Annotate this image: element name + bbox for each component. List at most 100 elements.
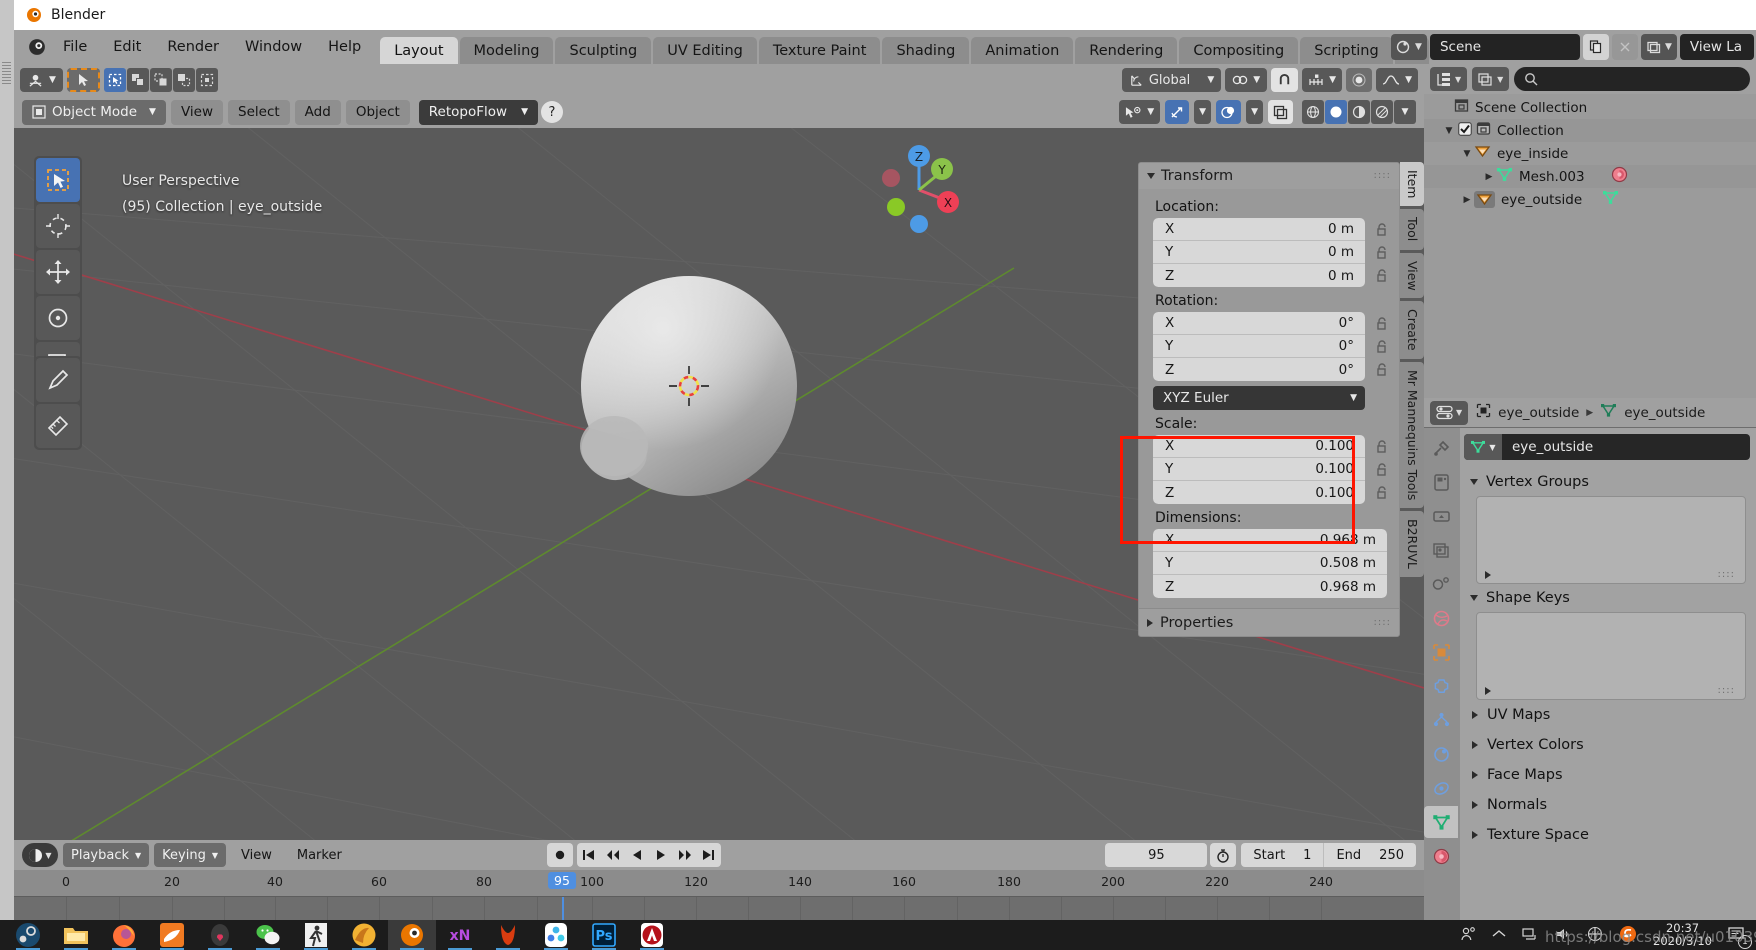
menu-window[interactable]: Window bbox=[232, 32, 315, 62]
snap-magnet-toggle[interactable] bbox=[1271, 68, 1299, 92]
tool-measure[interactable] bbox=[36, 404, 80, 448]
timeline-playhead[interactable] bbox=[562, 897, 564, 920]
workspace-tab-texture-paint[interactable]: Texture Paint bbox=[758, 37, 881, 64]
rotation-y-lock-icon[interactable] bbox=[1371, 339, 1393, 354]
navigation-gizmo[interactable]: Z Y X bbox=[869, 138, 969, 238]
location-z-field[interactable]: Z 0 m bbox=[1153, 264, 1365, 287]
eye-outside-disclosure-icon[interactable]: ▶ bbox=[1460, 195, 1474, 205]
collection-disclosure-icon[interactable]: ▼ bbox=[1442, 126, 1456, 136]
timeline-menu-marker[interactable]: Marker bbox=[287, 848, 352, 863]
auto-keying-toggle[interactable] bbox=[546, 843, 573, 867]
krita-icon[interactable] bbox=[340, 920, 388, 950]
editor-type-button[interactable]: ▼ bbox=[20, 68, 63, 92]
scene-name-field[interactable]: Scene bbox=[1429, 34, 1580, 60]
scene-browse-icon[interactable]: ▼ bbox=[1391, 34, 1427, 60]
menu-file[interactable]: File bbox=[50, 32, 100, 62]
material-icon[interactable] bbox=[1611, 166, 1628, 187]
location-y-lock-icon[interactable] bbox=[1371, 245, 1393, 260]
object-mode-dropdown[interactable]: Object Mode ▼ bbox=[22, 99, 166, 125]
timeline-ruler[interactable]: 0 20 40 60 80 100 120 140 160 180 200 22… bbox=[14, 870, 1424, 896]
sidebar-tab-item[interactable]: Item bbox=[1400, 162, 1424, 207]
steam-icon[interactable] bbox=[4, 920, 52, 950]
rotation-mode-dropdown[interactable]: XYZ Euler ▼ bbox=[1153, 386, 1365, 410]
xn-icon[interactable]: xN bbox=[436, 920, 484, 950]
rotation-x-lock-icon[interactable] bbox=[1371, 316, 1393, 331]
scale-x-field[interactable]: X 0.100 bbox=[1153, 435, 1365, 458]
new-scene-button[interactable] bbox=[1582, 34, 1609, 60]
retopoflow-help-icon[interactable]: ? bbox=[540, 101, 563, 123]
current-frame-field[interactable]: 95 bbox=[1105, 843, 1208, 867]
rendered-shading-icon[interactable] bbox=[1371, 100, 1393, 124]
shape-keys-resize-handle-icon[interactable]: :::: bbox=[1718, 686, 1735, 696]
proportional-falloff-button[interactable]: ▼ bbox=[1376, 68, 1418, 92]
scale-x-lock-icon[interactable] bbox=[1371, 439, 1393, 454]
wireframe-shading-icon[interactable] bbox=[1302, 100, 1324, 124]
app-u-icon[interactable] bbox=[484, 920, 532, 950]
outliner-display-mode-button[interactable]: ▼ bbox=[1472, 67, 1510, 91]
snap-pivot-button[interactable]: ▼ bbox=[1225, 68, 1268, 92]
view-layer-browse-icon[interactable]: ▼ bbox=[1640, 34, 1677, 60]
rotation-z-lock-icon[interactable] bbox=[1371, 362, 1393, 377]
breadcrumb-object-name[interactable]: eye_outside bbox=[1498, 405, 1579, 421]
section-header-vertex-colors[interactable]: Vertex Colors bbox=[1460, 730, 1756, 760]
vertex-groups-collapse-icon[interactable] bbox=[1470, 479, 1478, 485]
app-circles-icon[interactable] bbox=[532, 920, 580, 950]
select-difference-icon[interactable] bbox=[172, 68, 195, 92]
sidebar-tab-tool[interactable]: Tool bbox=[1400, 209, 1424, 250]
previous-keyframe-button[interactable] bbox=[601, 843, 625, 867]
panel-expand-icon[interactable] bbox=[1147, 618, 1153, 627]
properties-tab-render[interactable] bbox=[1424, 466, 1458, 498]
play-button[interactable] bbox=[649, 843, 673, 867]
select-box-icon[interactable] bbox=[103, 68, 126, 92]
shading-options-button[interactable]: ▼ bbox=[1394, 100, 1416, 124]
sidebar-tab-b2ruvl[interactable]: B2RUVL bbox=[1400, 511, 1424, 578]
timeline-editor-type-button[interactable]: ▼ bbox=[22, 843, 58, 867]
tool-select-box[interactable] bbox=[36, 158, 80, 202]
select-intersect-icon[interactable] bbox=[195, 68, 218, 92]
app-icon[interactable] bbox=[196, 920, 244, 950]
resize-grip-icon[interactable] bbox=[2, 62, 11, 84]
snap-target-button[interactable]: ▼ bbox=[1302, 68, 1343, 92]
sidebar-tab-create[interactable]: Create bbox=[1400, 301, 1424, 359]
properties-subpanel-header[interactable]: Properties :::: bbox=[1139, 608, 1399, 636]
collection-checkbox[interactable] bbox=[1458, 121, 1472, 140]
workspace-tab-layout[interactable]: Layout bbox=[380, 37, 458, 64]
solid-shading-icon[interactable] bbox=[1325, 100, 1347, 124]
vertex-groups-list[interactable]: :::: bbox=[1476, 496, 1746, 584]
menu-help[interactable]: Help bbox=[315, 32, 374, 62]
tool-move[interactable] bbox=[36, 250, 80, 294]
people-icon[interactable] bbox=[1460, 926, 1476, 945]
use-preview-range-icon[interactable] bbox=[1210, 843, 1237, 867]
material-preview-shading-icon[interactable] bbox=[1348, 100, 1370, 124]
scale-y-field[interactable]: Y 0.100 bbox=[1153, 458, 1365, 481]
workspace-tab-scripting[interactable]: Scripting bbox=[1300, 37, 1393, 64]
section-header-face-maps[interactable]: Face Maps bbox=[1460, 760, 1756, 790]
dimensions-z-field[interactable]: Z 0.968 m bbox=[1153, 575, 1387, 598]
proportional-edit-toggle[interactable] bbox=[1346, 68, 1373, 92]
select-extend-icon[interactable] bbox=[126, 68, 149, 92]
vertex-groups-resize-handle-icon[interactable]: :::: bbox=[1718, 570, 1735, 580]
properties-tab-material[interactable] bbox=[1424, 840, 1458, 872]
properties-tab-particles[interactable] bbox=[1424, 704, 1458, 736]
playhead-frame-label[interactable]: 95 bbox=[548, 872, 576, 889]
properties-editor-type-button[interactable]: ▼ bbox=[1430, 400, 1469, 425]
playback-popover[interactable]: Playback ▼ bbox=[63, 843, 150, 867]
app-a-icon[interactable] bbox=[628, 920, 676, 950]
menu-render[interactable]: Render bbox=[154, 32, 232, 62]
properties-tab-physics[interactable] bbox=[1424, 738, 1458, 770]
scale-z-lock-icon[interactable] bbox=[1371, 485, 1393, 500]
properties-tab-constraints[interactable] bbox=[1424, 772, 1458, 804]
rotation-x-field[interactable]: X 0° bbox=[1153, 312, 1365, 335]
mesh-003-disclosure-icon[interactable]: ▶ bbox=[1482, 172, 1496, 182]
dolphin-icon[interactable] bbox=[148, 920, 196, 950]
location-z-lock-icon[interactable] bbox=[1371, 268, 1393, 283]
vertex-groups-specials-icon[interactable] bbox=[1485, 571, 1491, 579]
visibility-selectability-button[interactable]: ▼ bbox=[1119, 100, 1161, 124]
scale-z-field[interactable]: Z 0.100 bbox=[1153, 481, 1365, 504]
next-keyframe-button[interactable] bbox=[673, 843, 697, 867]
photoshop-icon[interactable]: Ps bbox=[580, 920, 628, 950]
keying-popover[interactable]: Keying ▼ bbox=[154, 843, 226, 867]
properties-tab-scene[interactable] bbox=[1424, 568, 1458, 600]
shape-keys-list[interactable]: :::: bbox=[1476, 612, 1746, 700]
section-header-normals[interactable]: Normals bbox=[1460, 790, 1756, 820]
